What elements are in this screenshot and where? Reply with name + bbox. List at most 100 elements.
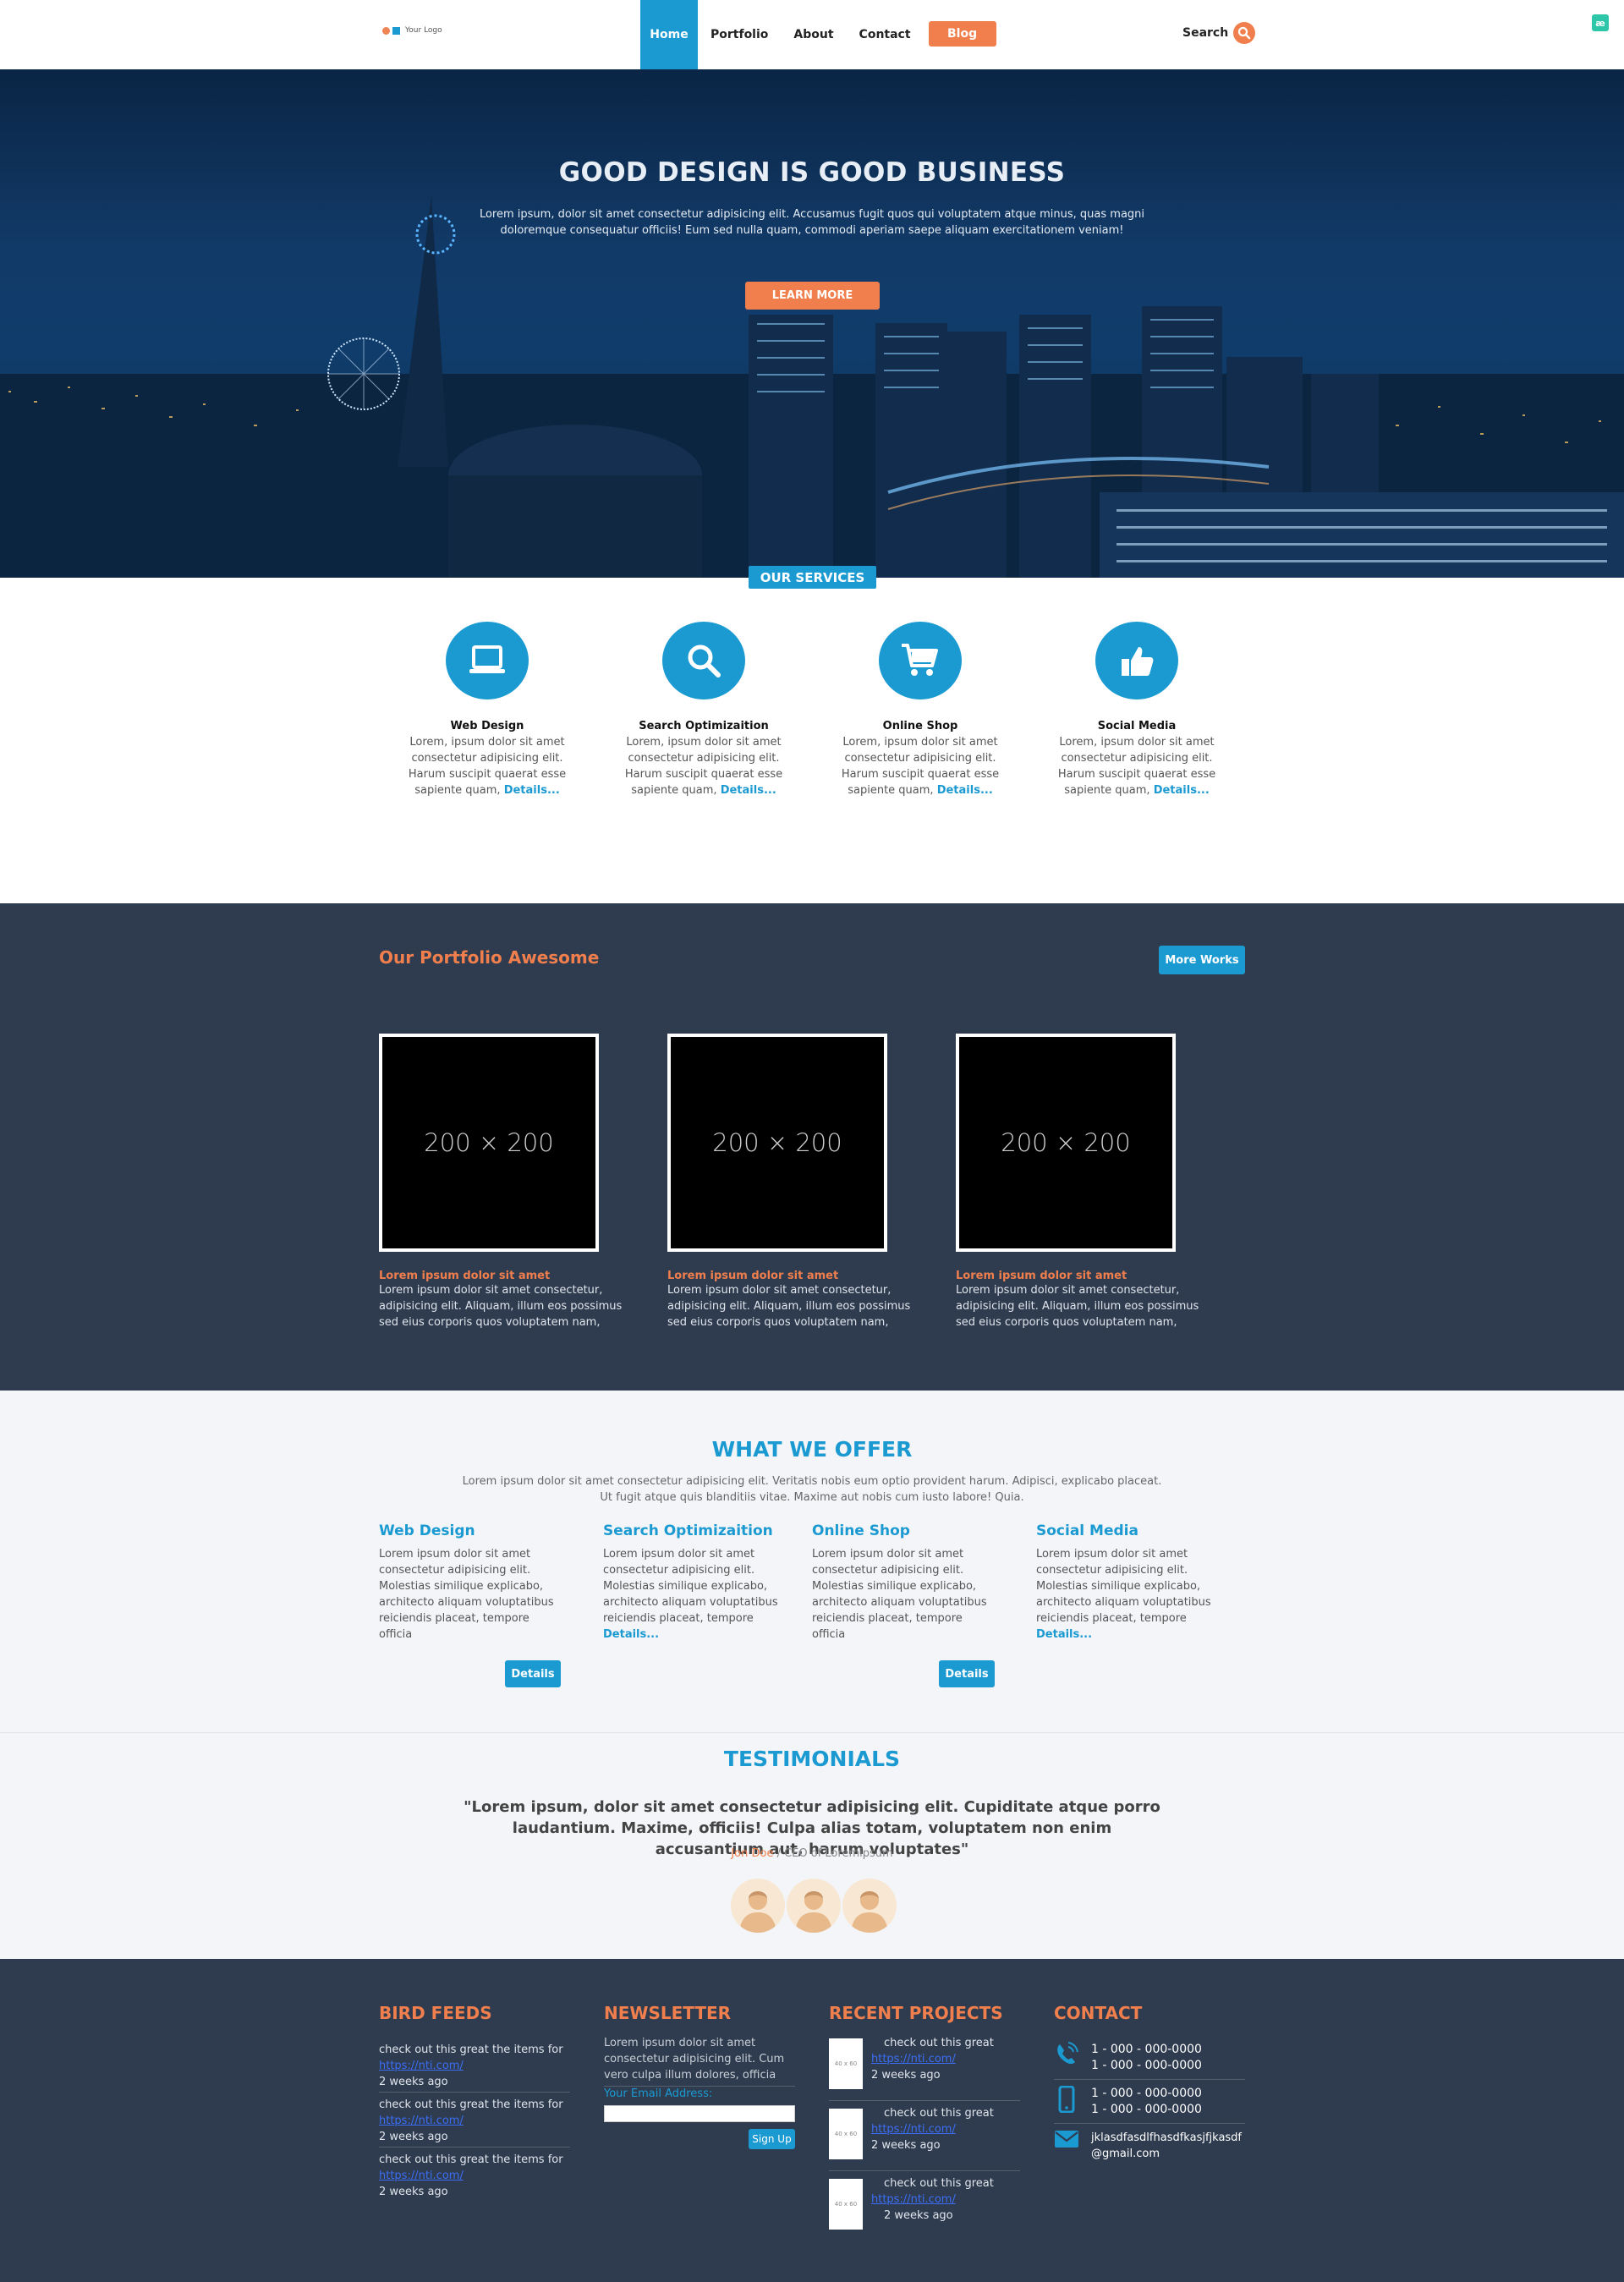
contact-phone: 1 - 000 - 000-0000 1 - 000 - 000-0000 [1054, 2042, 1245, 2080]
search-label: Search [1182, 26, 1229, 40]
offer-card-title: Search Optimizaition [603, 1522, 773, 1539]
offer-details-button[interactable]: Details [505, 1660, 561, 1687]
city-skyline-background [0, 196, 1624, 578]
recent-projects-title: RECENT PROJECTS [829, 2003, 1003, 2023]
offer-card-text: Lorem ipsum dolor sit amet consectetur a… [379, 1548, 554, 1641]
portfolio-image[interactable]: 200 × 200 [379, 1034, 599, 1252]
project-thumbnail[interactable]: 40 x 60 [829, 2038, 863, 2089]
sign-up-button[interactable]: Sign Up [749, 2129, 795, 2149]
contact-email: jklasdfasdlfhasdfkasjfjkasdf @gmail.com [1054, 2130, 1245, 2167]
offer-details-link[interactable]: Details... [603, 1628, 659, 1641]
contact-column: CONTACT 1 - 000 - 000-0000 1 - 000 - 000-… [1054, 2003, 1245, 2173]
person-icon [795, 1891, 832, 1933]
offer-card: Social Media Lorem ipsum dolor sit amet … [1036, 1522, 1222, 1643]
hero-title: GOOD DESIGN IS GOOD BUSINESS [558, 157, 1066, 188]
service-online-shop: Online Shop Lorem, ipsum dolor sit amet … [840, 622, 1001, 798]
service-details-link[interactable]: Details... [1154, 784, 1210, 797]
newsletter-text: Lorem ipsum dolor sit amet consectetur a… [604, 2037, 785, 2082]
project-link[interactable]: https://nti.com/ [871, 2053, 956, 2065]
thumbs-up-icon[interactable] [1095, 622, 1178, 699]
bird-feeds-column: BIRD FEEDS check out this great the item… [379, 2003, 570, 2206]
portfolio-item-title[interactable]: Lorem ipsum dolor sit amet [956, 1270, 1201, 1282]
nav-contact[interactable]: Contact [847, 0, 924, 69]
search-icon[interactable] [662, 622, 745, 699]
project-link[interactable]: https://nti.com/ [871, 2193, 956, 2206]
service-details-link[interactable]: Details... [721, 784, 776, 797]
main-menu: Home Portfolio About Contact Blog [640, 0, 996, 69]
service-social-media: Social Media Lorem, ipsum dolor sit amet… [1056, 622, 1217, 798]
offer-card: Web Design Lorem ipsum dolor sit amet co… [379, 1522, 565, 1643]
logo-square-icon [392, 26, 400, 35]
offer-card: Online Shop Lorem ipsum dolor sit amet c… [812, 1522, 998, 1643]
search-icon[interactable] [1233, 22, 1256, 44]
services-tag: OUR SERVICES [749, 566, 876, 589]
person-icon [739, 1891, 776, 1933]
service-details-link[interactable]: Details... [504, 784, 560, 797]
testimonial-author: Jon Doe / CEO of Loremipsum [731, 1847, 893, 1860]
offer-details-link[interactable]: Details... [1036, 1628, 1092, 1641]
portfolio-item: 200 × 200 Lorem ipsum dolor sit amet Lor… [379, 1034, 624, 1330]
contact-mobile: 1 - 000 - 000-0000 1 - 000 - 000-0000 [1054, 2086, 1245, 2124]
recent-projects-column: RECENT PROJECTS 40 x 60 check out this g… [829, 2003, 1020, 2246]
person-icon [851, 1891, 888, 1933]
feed-item: check out this great the items for https… [379, 2042, 570, 2093]
newsletter-column: NEWSLETTER Lorem ipsum dolor sit amet co… [604, 2003, 795, 2149]
feed-link[interactable]: https://nti.com/ [379, 2170, 464, 2182]
service-text: Lorem, ipsum dolor sit amet consectetur … [624, 736, 783, 797]
corner-badge-icon[interactable]: æ [1592, 14, 1609, 31]
project-item: 40 x 60 check out this great https://nti… [829, 2105, 1020, 2171]
mobile-icon [1054, 2086, 1079, 2113]
project-item: 40 x 60 check out this great https://nti… [829, 2035, 1020, 2101]
newsletter-title: NEWSLETTER [604, 2003, 732, 2023]
avatar[interactable] [842, 1879, 897, 1933]
project-link[interactable]: https://nti.com/ [871, 2123, 956, 2136]
nav-about[interactable]: About [781, 0, 846, 69]
offer-card-title: Online Shop [812, 1522, 910, 1539]
portfolio-item-text: Lorem ipsum dolor sit amet consectetur, … [667, 1284, 911, 1329]
project-thumbnail[interactable]: 40 x 60 [829, 2179, 863, 2230]
service-text: Lorem, ipsum dolor sit amet consectetur … [1057, 736, 1216, 797]
avatar[interactable] [787, 1879, 841, 1933]
footer: BIRD FEEDS check out this great the item… [0, 1959, 1624, 2282]
nav-portfolio[interactable]: Portfolio [698, 0, 781, 69]
offer-card-text: Lorem ipsum dolor sit amet consectetur a… [603, 1548, 778, 1641]
offer-subtitle: Lorem ipsum dolor sit amet consectetur a… [462, 1475, 1162, 1504]
portfolio-item-text: Lorem ipsum dolor sit amet consectetur, … [956, 1284, 1199, 1329]
service-details-link[interactable]: Details... [937, 784, 993, 797]
cart-icon[interactable] [879, 622, 962, 699]
offer-details-button[interactable]: Details [939, 1660, 995, 1687]
offer-title: WHAT WE OFFER [711, 1437, 913, 1462]
feed-item: check out this great the items for https… [379, 2153, 563, 2198]
learn-more-button[interactable]: LEARN MORE [745, 282, 880, 310]
portfolio-item-title[interactable]: Lorem ipsum dolor sit amet [667, 1270, 913, 1282]
nav-home[interactable]: Home [640, 0, 698, 69]
project-thumbnail[interactable]: 40 x 60 [829, 2109, 863, 2159]
service-title: Web Design [450, 720, 524, 732]
site-logo[interactable]: Your Logo [382, 26, 442, 35]
offer-card-title: Web Design [379, 1522, 475, 1539]
feed-link[interactable]: https://nti.com/ [379, 2115, 464, 2127]
hero-text: Lorem ipsum, dolor sit amet consectetur … [479, 208, 1145, 237]
envelope-icon [1054, 2130, 1079, 2148]
search-control[interactable]: Search [1182, 22, 1256, 44]
portfolio-image[interactable]: 200 × 200 [667, 1034, 887, 1252]
portfolio-image[interactable]: 200 × 200 [956, 1034, 1176, 1252]
offer-card: Search Optimizaition Lorem ipsum dolor s… [603, 1522, 789, 1643]
nav-blog-button[interactable]: Blog [928, 21, 996, 47]
laptop-icon[interactable] [446, 622, 529, 699]
portfolio-section: Our Portfolio Awesome More Works 200 × 2… [0, 903, 1624, 1391]
logo-text: Your Logo [405, 26, 442, 35]
avatar[interactable] [731, 1879, 785, 1933]
avatar-group [731, 1879, 897, 1933]
testimonials-title: TESTIMONIALS [723, 1747, 901, 1771]
feed-link[interactable]: https://nti.com/ [379, 2060, 464, 2072]
email-field[interactable] [604, 2105, 795, 2122]
service-web-design: Web Design Lorem, ipsum dolor sit amet c… [407, 622, 568, 798]
service-title: Social Media [1097, 720, 1177, 732]
portfolio-title: Our Portfolio Awesome [379, 947, 600, 968]
service-search-optimization: Search Optimizaition Lorem, ipsum dolor … [623, 622, 784, 798]
service-title: Online Shop [882, 720, 958, 732]
portfolio-item: 200 × 200 Lorem ipsum dolor sit amet Lor… [956, 1034, 1201, 1330]
more-works-button[interactable]: More Works [1159, 946, 1245, 974]
portfolio-item-title[interactable]: Lorem ipsum dolor sit amet [379, 1270, 624, 1282]
